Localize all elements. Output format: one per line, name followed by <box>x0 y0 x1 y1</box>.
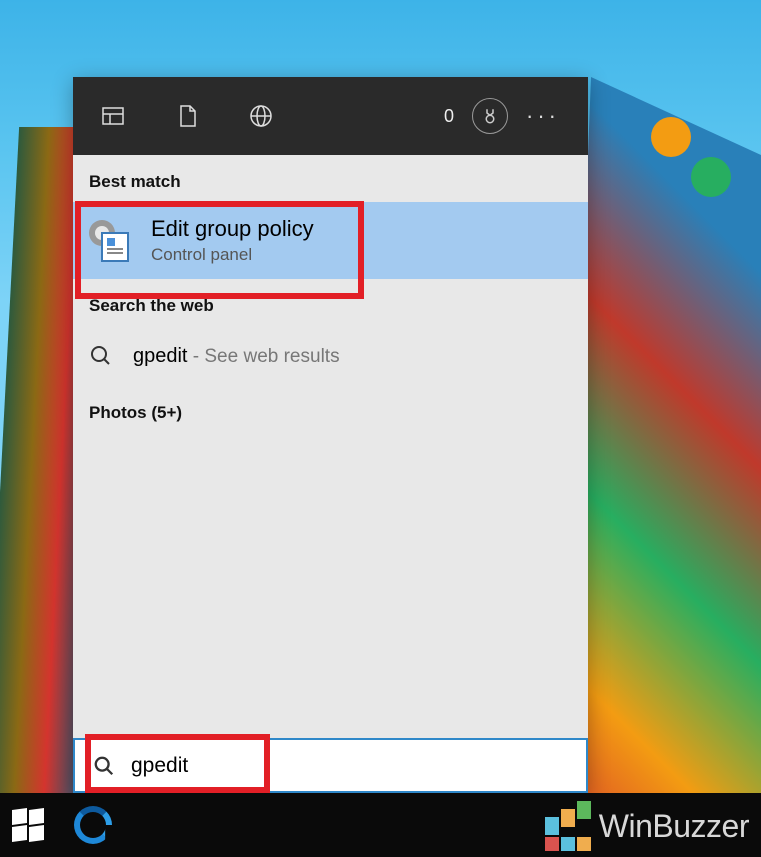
search-input[interactable] <box>131 754 568 778</box>
documents-filter-icon[interactable] <box>175 104 199 128</box>
more-options-icon[interactable]: ··· <box>526 103 560 129</box>
apps-filter-icon[interactable] <box>101 104 125 128</box>
watermark-logo-icon <box>545 801 591 851</box>
result-title: Edit group policy <box>151 216 314 242</box>
web-result[interactable]: gpedit - See web results <box>73 326 588 386</box>
web-query-text: gpedit <box>133 345 188 367</box>
search-panel-header: 0 ··· <box>73 77 588 155</box>
search-icon <box>93 755 115 777</box>
background-decoration <box>561 77 761 857</box>
result-subtitle: Control panel <box>151 245 314 265</box>
edge-browser-icon[interactable] <box>74 806 112 844</box>
start-button[interactable] <box>12 809 44 841</box>
search-results: Best match Edit group policy Control pan… <box>73 155 588 738</box>
group-policy-icon <box>89 220 131 262</box>
watermark: WinBuzzer <box>545 801 749 851</box>
photos-label: Photos (5+) <box>73 386 588 433</box>
rewards-medal-icon[interactable] <box>472 98 508 134</box>
best-match-label: Best match <box>73 155 588 202</box>
rewards-count: 0 <box>444 106 454 127</box>
search-icon <box>89 344 113 368</box>
watermark-text: WinBuzzer <box>599 808 749 845</box>
web-suffix-text: - See web results <box>188 346 340 367</box>
search-box[interactable] <box>73 738 588 793</box>
best-match-result[interactable]: Edit group policy Control panel <box>73 202 588 279</box>
search-web-label: Search the web <box>73 279 588 326</box>
search-panel: 0 ··· Best match Edit group policy Contr… <box>73 77 588 793</box>
web-filter-icon[interactable] <box>249 104 273 128</box>
